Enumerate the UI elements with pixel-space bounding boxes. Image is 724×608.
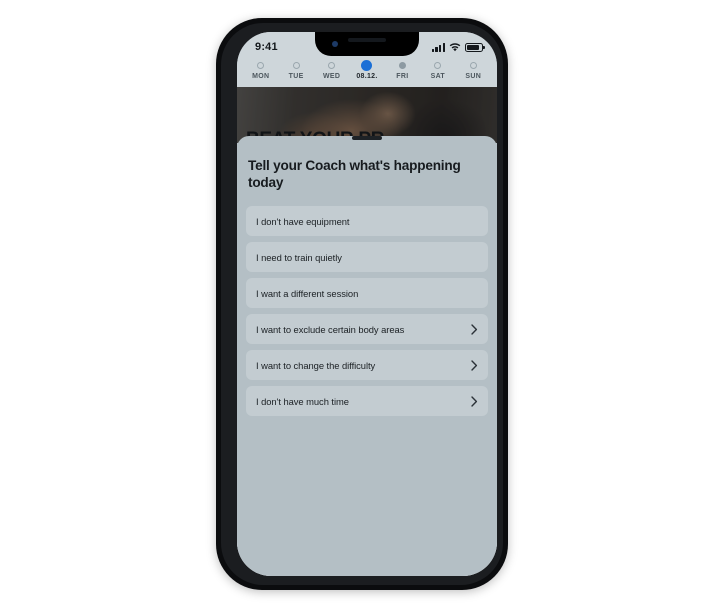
day-label: WED [322, 73, 341, 80]
notch [315, 32, 419, 56]
day-strip-item-fri[interactable]: FRI [385, 62, 420, 80]
day-strip: MON TUE WED 08.12. FRI SAT SUN [237, 58, 497, 87]
day-dot-filled-icon [398, 62, 406, 69]
front-camera-icon [332, 41, 338, 47]
option-different-session[interactable]: I want a different session [246, 278, 488, 309]
option-exclude-body-areas[interactable]: I want to exclude certain body areas [246, 314, 488, 345]
day-strip-item-wed[interactable]: WED [314, 62, 349, 80]
day-label: TUE [288, 73, 304, 80]
wifi-icon [449, 42, 461, 52]
day-label: SAT [430, 73, 446, 80]
option-label: I want a different session [256, 287, 359, 299]
option-list: I don't have equipment I need to train q… [246, 206, 488, 417]
battery-icon [465, 42, 485, 52]
option-label: I need to train quietly [256, 251, 342, 263]
chevron-right-icon [471, 396, 478, 407]
option-label: I don't have equipment [256, 215, 350, 227]
phone-screen: 9:41 MON TUE WED 08.12. FRI SAT SUN Tell… [237, 32, 497, 576]
day-label: SUN [465, 73, 482, 80]
day-strip-item-tue[interactable]: TUE [278, 62, 313, 80]
option-not-much-time[interactable]: I don't have much time [246, 386, 488, 417]
day-dot-icon [328, 62, 336, 69]
option-label: I want to exclude certain body areas [256, 323, 405, 335]
day-dot-icon [434, 62, 442, 69]
day-label: FRI [396, 73, 409, 80]
day-strip-item-sun[interactable]: SUN [456, 62, 491, 80]
sheet-title: Tell your Coach what's happening today [248, 157, 461, 191]
screenshot-canvas: 9:41 MON TUE WED 08.12. FRI SAT SUN Tell… [0, 0, 724, 608]
day-label: MON [252, 73, 270, 80]
day-dot-active-icon [361, 60, 373, 71]
bottom-sheet: Tell your Coach what's happening today I… [237, 136, 497, 576]
day-dot-icon [292, 62, 300, 69]
sheet-drag-handle[interactable] [352, 136, 382, 140]
phone-frame: 9:41 MON TUE WED 08.12. FRI SAT SUN Tell… [216, 18, 508, 590]
option-train-quietly[interactable]: I need to train quietly [246, 242, 488, 273]
option-no-equipment[interactable]: I don't have equipment [246, 206, 488, 237]
hero-banner: BEAT YOUR PR [237, 87, 497, 143]
option-change-difficulty[interactable]: I want to change the difficulty [246, 350, 488, 381]
option-label: I want to change the difficulty [256, 359, 376, 371]
chevron-right-icon [471, 324, 478, 335]
phone-bezel: 9:41 MON TUE WED 08.12. FRI SAT SUN Tell… [221, 23, 503, 585]
option-label: I don't have much time [256, 395, 349, 407]
earpiece-speaker [348, 38, 386, 42]
day-strip-item-sat[interactable]: SAT [420, 62, 455, 80]
status-bar-icons [431, 42, 485, 52]
day-strip-item-mon[interactable]: MON [243, 62, 278, 80]
signal-bars-icon [431, 42, 445, 52]
day-dot-icon [469, 62, 477, 69]
day-label: 08.12. [356, 73, 378, 80]
status-bar-clock: 9:41 [255, 41, 278, 53]
day-dot-icon [257, 62, 265, 69]
chevron-right-icon [471, 360, 478, 371]
day-strip-item-today[interactable]: 08.12. [349, 60, 384, 80]
